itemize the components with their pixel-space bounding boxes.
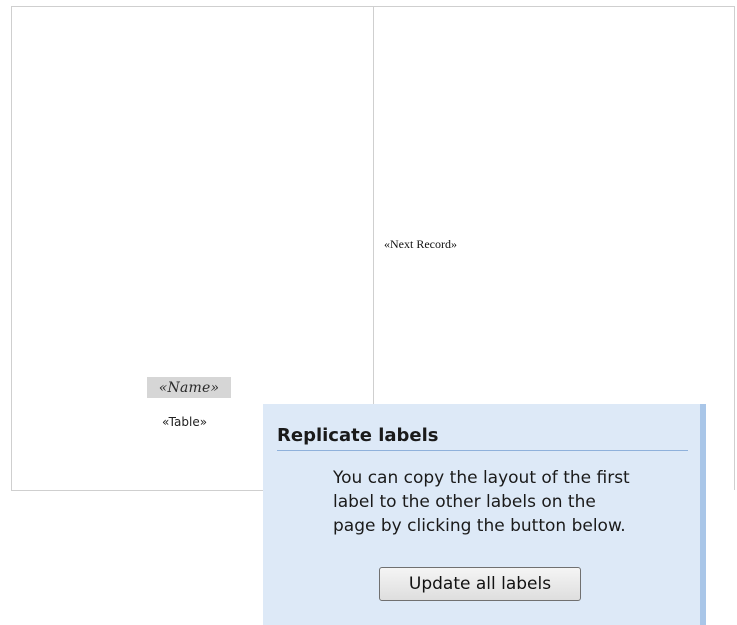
table-merge-field[interactable]: «Table»: [162, 415, 207, 429]
next-record-field[interactable]: «Next Record»: [384, 237, 457, 252]
mail-merge-workspace: «Name» «Table» «Next Record» Replicate l…: [0, 0, 737, 625]
name-merge-field[interactable]: «Name»: [147, 377, 231, 398]
replicate-title-divider: [277, 450, 688, 451]
replicate-labels-title: Replicate labels: [277, 425, 439, 446]
update-all-labels-button[interactable]: Update all labels: [379, 567, 581, 601]
label-row-divider: [11, 490, 273, 491]
